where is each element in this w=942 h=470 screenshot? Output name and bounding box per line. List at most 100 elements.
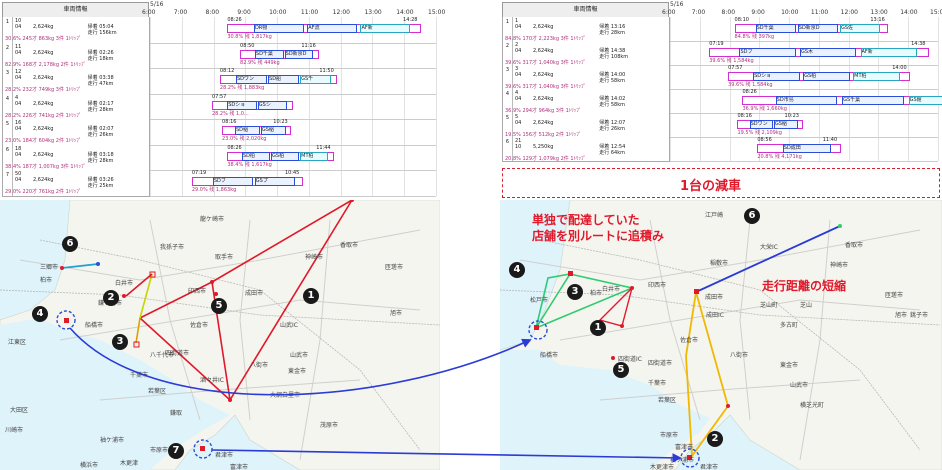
place-label: 鎌取 [170,410,183,417]
gantt-stop-bar[interactable]: AF新 [860,48,917,57]
vehicle-detail: 走行 28km [87,157,114,164]
vehicle-detail: 30.6% 245才 863kg 3件 1ﾄﾘｯﾌﾟ [5,36,82,42]
vehicle-detail: 2,624kg [33,126,54,132]
gantt-stop-bar[interactable]: SD千葉 [755,24,796,33]
time-label: 10:00 [269,9,287,16]
gantt-stop-bar[interactable]: SD柏 [241,151,271,161]
place-label: 船橋市 [540,352,559,359]
gantt-end-time: 13:16 [870,17,885,23]
vehicle-detail: 28.2% 226才 741kg 2件 1ﾄﾘｯﾌﾟ [5,112,82,119]
gantt-stop-bar[interactable]: AF流 [307,24,358,33]
time-label: 6:00 [142,9,156,16]
gantt-stop-bar[interactable]: GS柏 [803,72,851,81]
gantt-stop-bar[interactable]: GS佐 [839,24,880,33]
vehicle-detail: 04 [15,49,22,56]
gantt-end-time: 10:23 [273,119,288,125]
gantt-stop-bar[interactable]: GS柏 [271,151,300,161]
place-label: 富津市 [675,444,694,451]
gantt-load-text: 36.9% 残 1,660kg [742,106,787,112]
vehicle-row[interactable]: 3 3 04 2,624kg 帰着 14:00 走行 58km 39.6% 317才 1,0… [502,65,670,90]
gantt-stop-bar[interactable]: GS千 [300,75,331,84]
gantt-end-time: 11:16 [301,42,316,49]
vehicle-row[interactable]: 5 5 04 2,624kg 帰着 12:07 走行 26km 19.5% 156才 512… [502,113,670,138]
vehicle-detail: 20.8% 129才 1,079kg 2件 1ﾄﾘｯﾌﾟ [505,156,587,162]
gantt-stop-bar[interactable]: SD稲 [234,126,261,135]
gantt-stop-bar[interactable]: SD千葉 [254,49,284,59]
gantt-load-text: 20.8% 残 4,171kg [757,154,802,160]
gantt-stop-bar[interactable]: GS稲 [773,120,798,129]
vehicle-detail: 走行 47km [87,81,114,87]
gantt-stop-bar[interactable]: SDショ [227,100,257,110]
gantt-load-text: 82.9% 残 449kg [240,59,280,66]
gantt-stop-bar[interactable]: MT柏 [300,151,329,161]
stop-marker [214,292,218,296]
gantt-stop-bar[interactable]: SD成田 [782,144,831,153]
vehicle-row[interactable]: 2 2 04 2,624kg 帰着 14:38 走行 108km 39.6% 317才 1,… [502,41,670,66]
vehicle-row[interactable]: 1 10 04 2,624kg 帰着 05:04 走行 156km 30.6% 245才 8… [2,17,150,44]
consolidation-line-2: 店舗を別ルートに追積み [532,229,665,243]
place-label: 柏市 [590,290,603,297]
gantt-stop-bar[interactable]: SDフ [212,177,253,186]
vehicle-detail: 走行 58km [599,78,625,84]
gantt-start-time: 08:26 [227,144,242,151]
place-label: 酒々井IC [200,377,224,384]
right-vehicle-rows: 1 1 04 2,624kg 帰着 13:16 走行 28km 84.8% 170才 2,2… [502,17,942,167]
gantt-stop-bar[interactable]: AF新 [360,24,411,33]
gantt-stop-bar[interactable]: SD船 [268,75,299,84]
time-label: 13:00 [364,9,382,16]
gantt-stop-bar[interactable]: GS千葉 [842,96,904,105]
gantt-stop-bar[interactable]: SD新京D [284,49,314,59]
vehicle-detail: 04 [515,24,522,30]
gantt-start-time: 07:57 [211,93,227,100]
vehicle-detail: 04 [15,24,22,30]
vehicle-row[interactable]: 2 11 04 2,624kg 帰着 02:26 走行 18km 82.9% 168才 2,… [2,42,150,69]
shortening-callout: 走行距離の短縮 [762,279,847,293]
vehicle-row[interactable]: 4 4 04 2,624kg 帰着 02:17 走行 28km 28.2% 226才 741… [2,93,150,120]
gantt-stop-bar[interactable]: SD新京D [797,24,838,33]
gantt-stop-bar[interactable]: DR物 [253,24,304,33]
place-label: 佐倉市 [190,322,209,329]
time-label: 15:00 [930,9,942,16]
gantt-start-time: 07:19 [709,41,724,47]
gantt-stop-bar[interactable]: GS稲 [260,126,287,135]
vehicle-row[interactable]: 7 50 04 2,624kg 帰着 03:26 走行 25km 29.0% 220才 76… [2,170,150,197]
left-vehicle-rows: 1 10 04 2,624kg 帰着 05:04 走行 156km 30.6% 245才 8… [2,17,440,197]
vehicle-detail: 2,624kg [33,75,54,81]
vehicle-detail: 04 [15,75,22,81]
gantt-stop-bar[interactable]: MT柏 [853,72,901,81]
gantt-stop-bar[interactable]: SDショ [753,72,801,81]
gantt-stop-bar[interactable]: GSプ [254,177,295,186]
gantt-stop-bar[interactable]: GS館 [908,96,942,105]
place-label: 成田市 [705,294,724,301]
vehicle-row[interactable]: 1 1 04 2,624kg 帰着 13:16 走行 28km 84.8% 170才 2,2… [502,17,670,42]
time-label: 7:00 [173,9,188,16]
vehicle-detail: 04 [15,100,22,107]
vehicle-row[interactable]: 4 4 04 2,624kg 帰着 14:02 走行 58km 36.9% 294才 964… [502,89,670,114]
gantt-stop-bar[interactable]: GS木 [799,48,857,57]
vehicle-row[interactable]: 6 21 10 5,250kg 帰着 12:54 走行 64km 20.8% 129才 1,… [502,137,670,162]
consolidation-line-1: 単独で配達していた [532,213,640,227]
vehicle-detail: 2,624kg [533,120,554,126]
time-label: 6:00 [662,9,676,16]
gantt-load-text: 38.4% 残 1,617kg [227,161,272,168]
vehicle-detail: 04 [515,72,522,78]
gantt-stop-bar[interactable]: SDフ [739,48,796,57]
gantt-stop-bar[interactable]: GSシ [257,100,288,110]
gantt-load-text: 39.6% 残 1,584kg [728,82,773,88]
place-label: 旭市 [895,312,908,319]
time-label: 8:00 [205,9,220,16]
gantt-end-time: 11:44 [316,144,331,151]
gantt-stop-bar[interactable]: SDワン [235,75,267,84]
gantt-stop-bar[interactable]: SDワン [749,120,774,129]
place-label: 八街市 [250,362,269,369]
time-label: 10:00 [781,9,799,16]
place-label: 白井市 [115,280,134,287]
place-label: 千葉市 [648,380,667,387]
place-label: 市原市 [660,432,679,439]
place-label: 市原市 [150,447,169,454]
time-label: 11:00 [300,9,319,16]
gantt-stop-bar[interactable]: SD市島 [775,96,838,105]
vehicle-row[interactable]: 5 16 04 2,624kg 帰着 02:07 走行 26km 23.0% 184才 60… [2,119,150,146]
vehicle-row[interactable]: 6 18 04 2,624kg 帰着 03:18 走行 28km 38.4% 187才 1,… [2,144,150,171]
vehicle-row[interactable]: 3 12 04 2,624kg 帰着 03:38 走行 47km 28.2% 232才 74… [2,68,150,95]
